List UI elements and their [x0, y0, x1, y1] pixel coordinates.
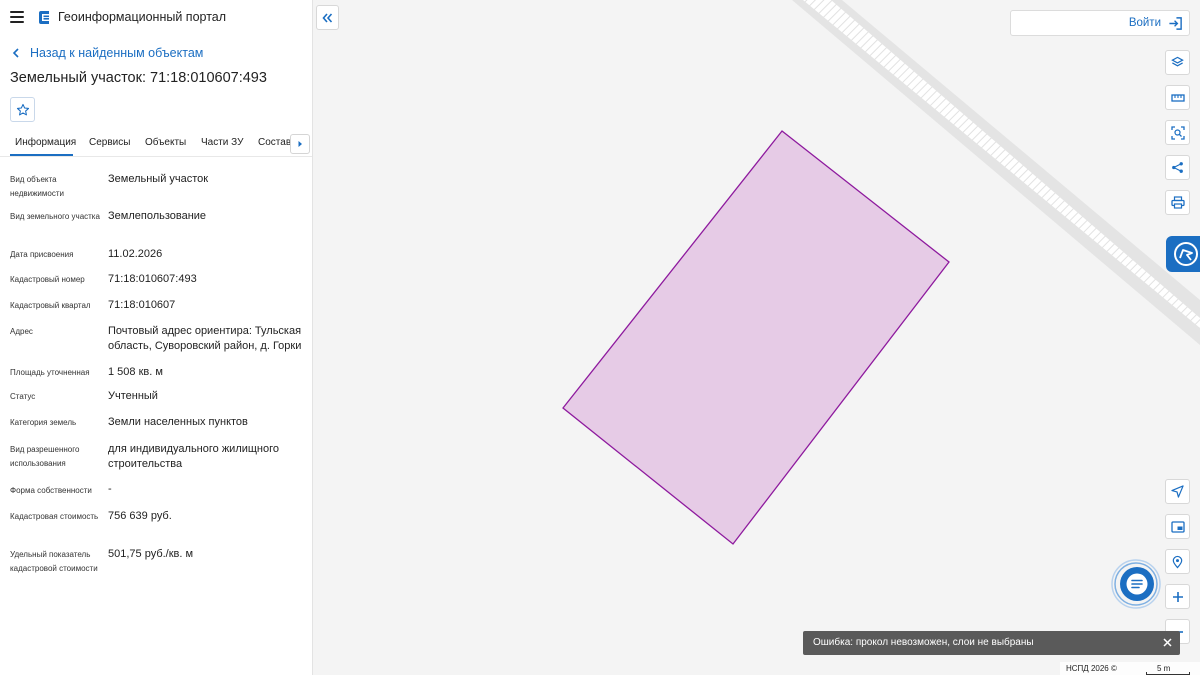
support-tab[interactable] — [1166, 236, 1200, 272]
geolocation-button[interactable] — [1165, 549, 1190, 574]
toast-close-button[interactable] — [1160, 635, 1174, 649]
support-chat-icon — [1174, 242, 1198, 266]
active-tab-indicator — [10, 154, 73, 156]
property-label: Вид разрешенного использования — [10, 445, 80, 468]
double-chevron-left-icon — [322, 12, 333, 23]
tab-information[interactable]: Информация — [15, 137, 76, 148]
property-label: Кадастровый номер — [10, 275, 85, 284]
share-icon — [1172, 162, 1183, 173]
parcel-layer — [562, 130, 950, 545]
back-to-results-link[interactable]: Назад к найденным объектам — [10, 45, 203, 61]
property-value: Землепользование — [108, 210, 207, 222]
location-pin-icon — [1172, 555, 1183, 568]
selection-search-icon — [1170, 125, 1185, 140]
property-value: 501,75 руб./кв. м — [108, 548, 194, 560]
property-label: Форма собственности — [10, 486, 92, 495]
property-value: для индивидуального жилищного строительс… — [108, 443, 280, 470]
property-label: Статус — [10, 392, 36, 401]
property-label: Кадастровая стоимость — [10, 512, 99, 521]
back-link-label: Назад к найденным объектам — [30, 46, 204, 60]
tab-objects[interactable]: Объекты — [145, 137, 186, 148]
locate-me-button[interactable] — [1165, 479, 1190, 504]
minimap-button[interactable] — [1165, 514, 1190, 539]
property-label: Кадастровый квартал — [10, 301, 91, 310]
ruler-icon — [1170, 93, 1185, 102]
plus-icon — [1172, 591, 1183, 602]
app-title: Геоинформационный портал — [58, 10, 227, 24]
map-attribution: НСПД 2026 © 5 m — [1060, 662, 1200, 675]
login-button[interactable]: Войти — [1010, 10, 1190, 36]
sign-in-icon — [1169, 17, 1182, 30]
property-label: Удельный показатель кадастровой стоимост… — [10, 550, 98, 573]
property-label: Дата присвоения — [10, 250, 74, 259]
assistant-chat-button[interactable] — [1110, 558, 1162, 610]
chat-icon — [1111, 559, 1161, 609]
property-value: Учтенный — [108, 390, 158, 402]
property-label: Категория земель — [10, 418, 77, 427]
close-icon — [1162, 637, 1172, 647]
property-value: 71:18:010607 — [108, 299, 176, 311]
tab-services[interactable]: Сервисы — [89, 137, 130, 148]
info-tabs: Информация Сервисы Объекты Части ЗУ Сост… — [0, 131, 312, 157]
zoom-in-button[interactable] — [1165, 584, 1190, 609]
map-canvas[interactable] — [314, 0, 1200, 675]
favorite-button[interactable] — [10, 97, 35, 122]
property-value: 11.02.2026 — [108, 248, 163, 260]
printer-icon — [1170, 196, 1185, 209]
info-panel: Геоинформационный портал Назад к найденн… — [0, 0, 313, 675]
layers-button[interactable] — [1165, 50, 1190, 75]
property-label: Площадь уточненная — [10, 368, 90, 377]
share-button[interactable] — [1165, 155, 1190, 180]
hamburger-menu-icon[interactable] — [10, 11, 24, 23]
area-select-button[interactable] — [1165, 120, 1190, 145]
picture-in-picture-icon — [1170, 520, 1185, 533]
caret-right-icon — [298, 141, 302, 147]
panel-header: Геоинформационный портал — [0, 0, 312, 36]
collapse-panel-button[interactable] — [316, 5, 339, 30]
navigation-arrow-icon — [1171, 485, 1184, 498]
tab-composition[interactable]: Состав — [258, 137, 291, 148]
property-value: Земельный участок — [108, 173, 209, 185]
measure-button[interactable] — [1165, 85, 1190, 110]
star-icon — [16, 103, 29, 115]
property-value: 71:18:010607:493 — [108, 273, 197, 285]
property-value: Почтовый адрес ориентира: Тульская облас… — [108, 325, 302, 352]
land-parcel-polygon[interactable] — [562, 130, 950, 545]
chevron-left-icon — [12, 48, 19, 58]
property-value: Земли населенных пунктов — [108, 416, 248, 428]
error-toast: Ошибка: прокол невозможен, слои не выбра… — [803, 631, 1180, 655]
toast-message: Ошибка: прокол невозможен, слои не выбра… — [813, 637, 1034, 648]
tabs-scroll-right-button[interactable] — [290, 134, 310, 154]
portal-logo-icon — [39, 11, 49, 24]
copyright-text: НСПД 2026 © — [1066, 664, 1117, 673]
layers-icon — [1171, 56, 1184, 67]
object-title: Земельный участок: 71:18:010607:493 — [10, 70, 267, 86]
tab-parcel-parts[interactable]: Части ЗУ — [201, 137, 243, 148]
property-value: 1 508 кв. м — [108, 366, 163, 378]
print-button[interactable] — [1165, 190, 1190, 215]
property-label: Вид объекта недвижимости — [10, 175, 64, 198]
login-label: Войти — [1128, 17, 1161, 29]
property-value: 756 639 руб. — [108, 510, 172, 522]
property-label: Вид земельного участка — [10, 212, 100, 221]
property-label: Адрес — [10, 327, 33, 336]
property-value: - — [108, 483, 112, 495]
